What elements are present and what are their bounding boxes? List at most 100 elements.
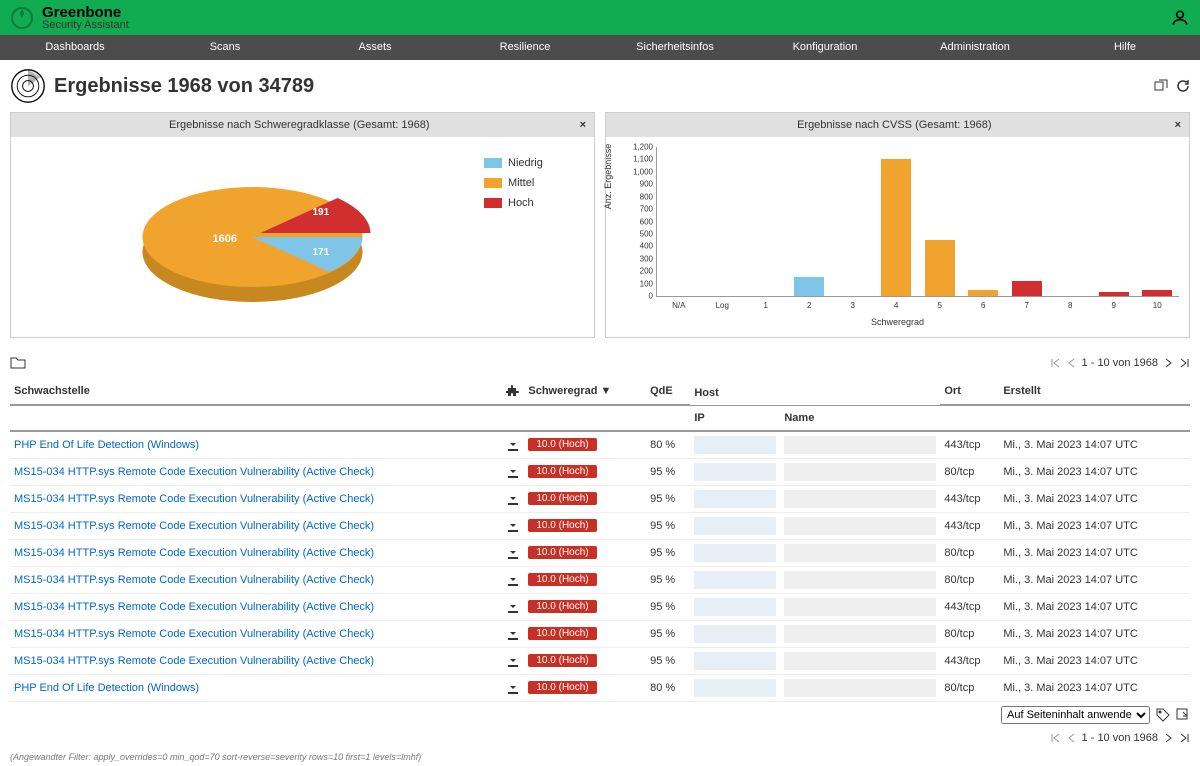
pager-prev-icon[interactable] xyxy=(1066,732,1078,744)
bar-col: 2 xyxy=(788,147,832,296)
vuln-link[interactable]: MS15-034 HTTP.sys Remote Code Execution … xyxy=(14,520,374,532)
hostname-cell xyxy=(784,571,936,589)
qde-cell: 95 % xyxy=(646,458,690,485)
table-row: MS15-034 HTTP.sys Remote Code Execution … xyxy=(10,539,1190,566)
pager-last-icon[interactable] xyxy=(1178,357,1190,369)
chart1-close-icon[interactable]: × xyxy=(580,119,586,131)
severity-badge: 10.0 (Hoch) xyxy=(528,681,596,694)
filter-tag-icon[interactable] xyxy=(1156,708,1170,722)
erstellt-cell: Mi., 3. Mai 2023 14:07 UTC xyxy=(999,458,1190,485)
vuln-link[interactable]: MS15-034 HTTP.sys Remote Code Execution … xyxy=(14,493,374,505)
bar-col: 7 xyxy=(1005,147,1049,296)
download-icon[interactable] xyxy=(506,654,520,668)
pager-first-icon[interactable] xyxy=(1050,732,1062,744)
chart2-title: Ergebnisse nach CVSS (Gesamt: 1968) xyxy=(614,119,1175,131)
ip-cell xyxy=(694,544,776,562)
severity-class-chart: Ergebnisse nach Schweregradklasse (Gesam… xyxy=(10,112,595,338)
pager-first-icon[interactable] xyxy=(1050,357,1062,369)
col-erstellt[interactable]: Erstellt xyxy=(999,378,1190,405)
pager-next-icon[interactable] xyxy=(1162,357,1174,369)
download-icon[interactable] xyxy=(506,546,520,560)
export-icon[interactable] xyxy=(1176,708,1190,722)
col-ip[interactable]: IP xyxy=(690,405,780,431)
col-sev[interactable]: Schweregrad ▼ xyxy=(524,378,646,405)
table-row: MS15-034 HTTP.sys Remote Code Execution … xyxy=(10,458,1190,485)
chart2-close-icon[interactable]: × xyxy=(1175,119,1181,131)
download-icon[interactable] xyxy=(506,681,520,695)
applied-filter-text: (Angewandter Filter: apply_overrides=0 m… xyxy=(0,748,1200,766)
greenbone-logo-icon xyxy=(10,6,34,30)
hostname-cell xyxy=(784,679,936,697)
col-name[interactable]: Name xyxy=(780,405,940,431)
vuln-link[interactable]: MS15-034 HTTP.sys Remote Code Execution … xyxy=(14,466,374,478)
erstellt-cell: Mi., 3. Mai 2023 14:07 UTC xyxy=(999,539,1190,566)
ort-cell: 443/tcp xyxy=(940,512,999,539)
severity-badge: 10.0 (Hoch) xyxy=(528,546,596,559)
bar-col: 6 xyxy=(962,147,1006,296)
col-vuln[interactable]: Schwachstelle xyxy=(10,378,502,405)
chart2-ylabel: Anz. Ergebnisse xyxy=(603,144,613,210)
severity-badge: 10.0 (Hoch) xyxy=(528,492,596,505)
nav-assets[interactable]: Assets xyxy=(300,35,450,60)
severity-badge: 10.0 (Hoch) xyxy=(528,465,596,478)
ip-cell xyxy=(694,679,776,697)
download-icon[interactable] xyxy=(506,492,520,506)
qde-cell: 95 % xyxy=(646,620,690,647)
vuln-link[interactable]: MS15-034 HTTP.sys Remote Code Execution … xyxy=(14,655,374,667)
erstellt-cell: Mi., 3. Mai 2023 14:07 UTC xyxy=(999,593,1190,620)
pager-prev-icon[interactable] xyxy=(1066,357,1078,369)
vuln-link[interactable]: MS15-034 HTTP.sys Remote Code Execution … xyxy=(14,628,374,640)
bar-col: 9 xyxy=(1092,147,1136,296)
table-row: MS15-034 HTTP.sys Remote Code Execution … xyxy=(10,620,1190,647)
user-icon[interactable] xyxy=(1170,8,1190,28)
vuln-link[interactable]: PHP End Of Life Detection (Windows) xyxy=(14,439,199,451)
col-qde[interactable]: QdE xyxy=(646,378,690,405)
nav-konfiguration[interactable]: Konfiguration xyxy=(750,35,900,60)
download-icon[interactable] xyxy=(506,600,520,614)
vuln-link[interactable]: MS15-034 HTTP.sys Remote Code Execution … xyxy=(14,601,374,613)
main-nav: Dashboards Scans Assets Resilience Siche… xyxy=(0,35,1200,60)
filter-select[interactable]: Auf Seiteninhalt anwende xyxy=(1001,706,1150,724)
ip-cell xyxy=(694,625,776,643)
app-subtitle: Security Assistant xyxy=(42,20,129,31)
refresh-icon[interactable] xyxy=(1176,79,1190,93)
pager-next-icon[interactable] xyxy=(1162,732,1174,744)
severity-badge: 10.0 (Hoch) xyxy=(528,573,596,586)
bar-col: 5 xyxy=(918,147,962,296)
qde-cell: 95 % xyxy=(646,566,690,593)
nav-sicherheitsinfos[interactable]: Sicherheitsinfos xyxy=(600,35,750,60)
vuln-link[interactable]: MS15-034 HTTP.sys Remote Code Execution … xyxy=(14,547,374,559)
col-ort[interactable]: Ort xyxy=(940,378,999,405)
ort-cell: 80/tcp xyxy=(940,458,999,485)
nav-administration[interactable]: Administration xyxy=(900,35,1050,60)
download-icon[interactable] xyxy=(506,465,520,479)
hostname-cell xyxy=(784,598,936,616)
nav-resilience[interactable]: Resilience xyxy=(450,35,600,60)
erstellt-cell: Mi., 3. Mai 2023 14:07 UTC xyxy=(999,485,1190,512)
nav-hilfe[interactable]: Hilfe xyxy=(1050,35,1200,60)
ort-cell: 443/tcp xyxy=(940,485,999,512)
pager-bottom: 1 - 10 von 1968 xyxy=(1050,732,1190,744)
table-row: MS15-034 HTTP.sys Remote Code Execution … xyxy=(10,566,1190,593)
pager-last-icon[interactable] xyxy=(1178,732,1190,744)
table-row: MS15-034 HTTP.sys Remote Code Execution … xyxy=(10,647,1190,674)
download-icon[interactable] xyxy=(506,438,520,452)
ort-cell: 80/tcp xyxy=(940,539,999,566)
col-host[interactable]: Host xyxy=(690,378,940,405)
nav-scans[interactable]: Scans xyxy=(150,35,300,60)
svg-text:171: 171 xyxy=(313,247,330,258)
download-icon[interactable] xyxy=(506,519,520,533)
folder-icon[interactable] xyxy=(10,356,26,370)
nav-dashboards[interactable]: Dashboards xyxy=(0,35,150,60)
cvss-chart: Ergebnisse nach CVSS (Gesamt: 1968) × An… xyxy=(605,112,1190,338)
erstellt-cell: Mi., 3. Mai 2023 14:07 UTC xyxy=(999,674,1190,701)
download-icon[interactable] xyxy=(506,573,520,587)
app-header: Greenbone Security Assistant xyxy=(0,0,1200,35)
bar-col: N/A xyxy=(657,147,701,296)
vuln-link[interactable]: MS15-034 HTTP.sys Remote Code Execution … xyxy=(14,574,374,586)
new-window-icon[interactable] xyxy=(1154,79,1168,93)
download-icon[interactable] xyxy=(506,627,520,641)
vuln-link[interactable]: PHP End Of Life Detection (Windows) xyxy=(14,682,199,694)
logo-area: Greenbone Security Assistant xyxy=(10,5,129,31)
bar-col: 1 xyxy=(744,147,788,296)
